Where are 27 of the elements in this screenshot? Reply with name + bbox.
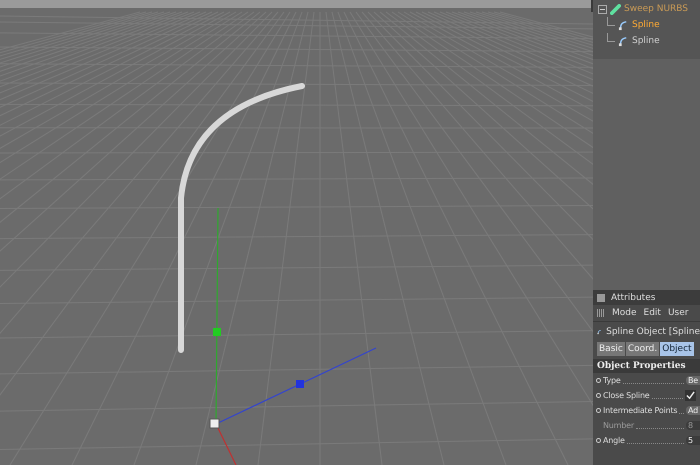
menu-item[interactable]: Edit: [644, 308, 661, 318]
tube-icon: [610, 4, 621, 14]
grip-icon: [597, 309, 605, 317]
tree-item[interactable]: Sweep NURBS: [624, 4, 688, 14]
property-label: Type: [603, 376, 621, 385]
tab[interactable]: Coord.: [626, 342, 660, 356]
property-label: Number: [603, 421, 634, 430]
tree-expander-icon[interactable]: [598, 4, 607, 14]
number-field[interactable]: 5: [686, 436, 700, 445]
menu-item[interactable]: User: [668, 308, 688, 318]
checkbox[interactable]: [685, 390, 696, 401]
menu-item[interactable]: Mode: [612, 308, 637, 318]
tab[interactable]: Basic: [597, 342, 625, 356]
spline-icon: [618, 20, 629, 30]
dropdown[interactable]: Ad: [686, 406, 700, 415]
tree-item[interactable]: Spline: [632, 36, 660, 46]
dropdown[interactable]: Be: [686, 376, 700, 385]
panel-title: Attributes: [611, 292, 656, 302]
object-title: Spline Object [Spline: [606, 327, 700, 337]
property-label: Intermediate Points: [603, 406, 678, 415]
section-heading: Object Properties: [593, 359, 700, 373]
property-label: Close Spline: [603, 391, 650, 400]
tab[interactable]: Object: [660, 342, 694, 356]
spline-icon: [618, 36, 629, 46]
panel-icon: [597, 294, 605, 302]
tree-item[interactable]: Spline: [632, 20, 660, 30]
property-label: Angle: [603, 436, 625, 445]
